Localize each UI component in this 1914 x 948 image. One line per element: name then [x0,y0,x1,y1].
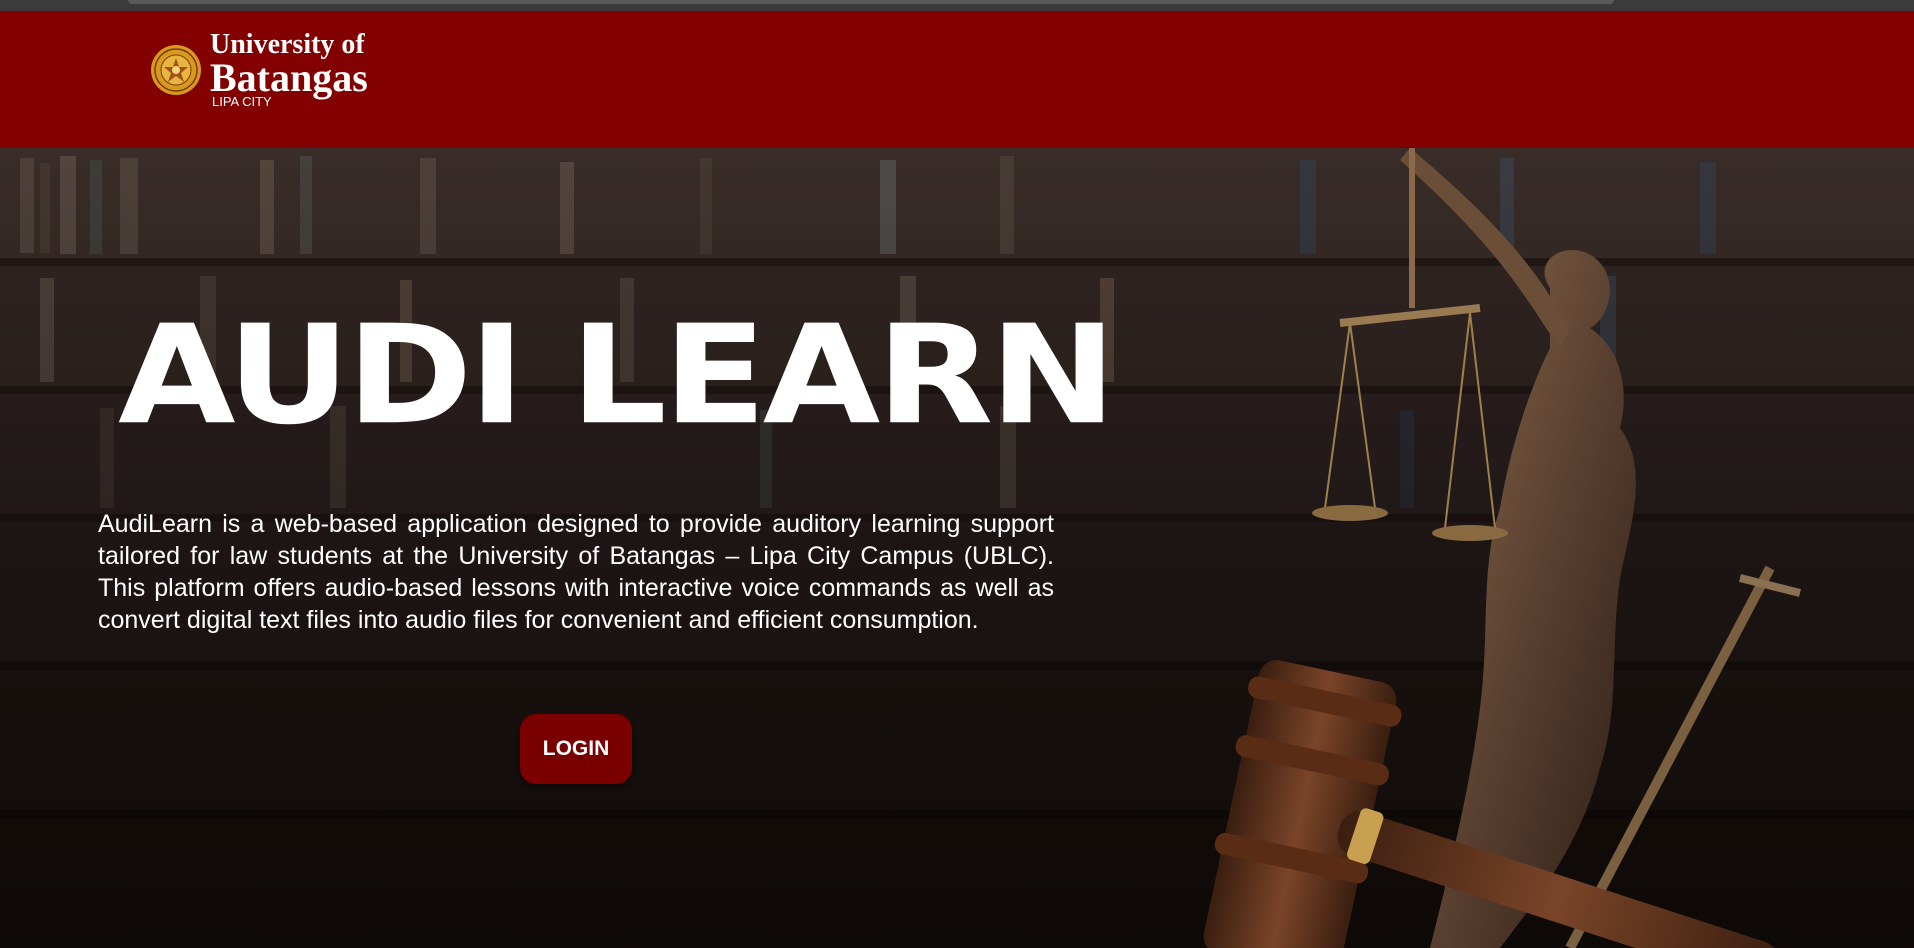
logo-text: University of Batangas LIPA CITY [210,30,368,109]
page-title: AUDI LEARN [118,295,1117,455]
university-seal-icon [151,45,201,95]
login-button[interactable]: LOGIN [520,714,632,784]
university-logo[interactable]: University of Batangas LIPA CITY [150,30,368,108]
site-header: University of Batangas LIPA CITY [0,11,1914,148]
app-description: AudiLearn is a web-based application des… [98,510,1054,634]
lady-justice-and-gavel-image [1203,148,1801,948]
browser-address-strip [128,0,1614,4]
browser-top-bar [0,0,1914,11]
hero-section: AUDI LEARN AudiLearn is a web-based appl… [0,148,1914,948]
logo-batangas: Batangas [210,55,368,100]
